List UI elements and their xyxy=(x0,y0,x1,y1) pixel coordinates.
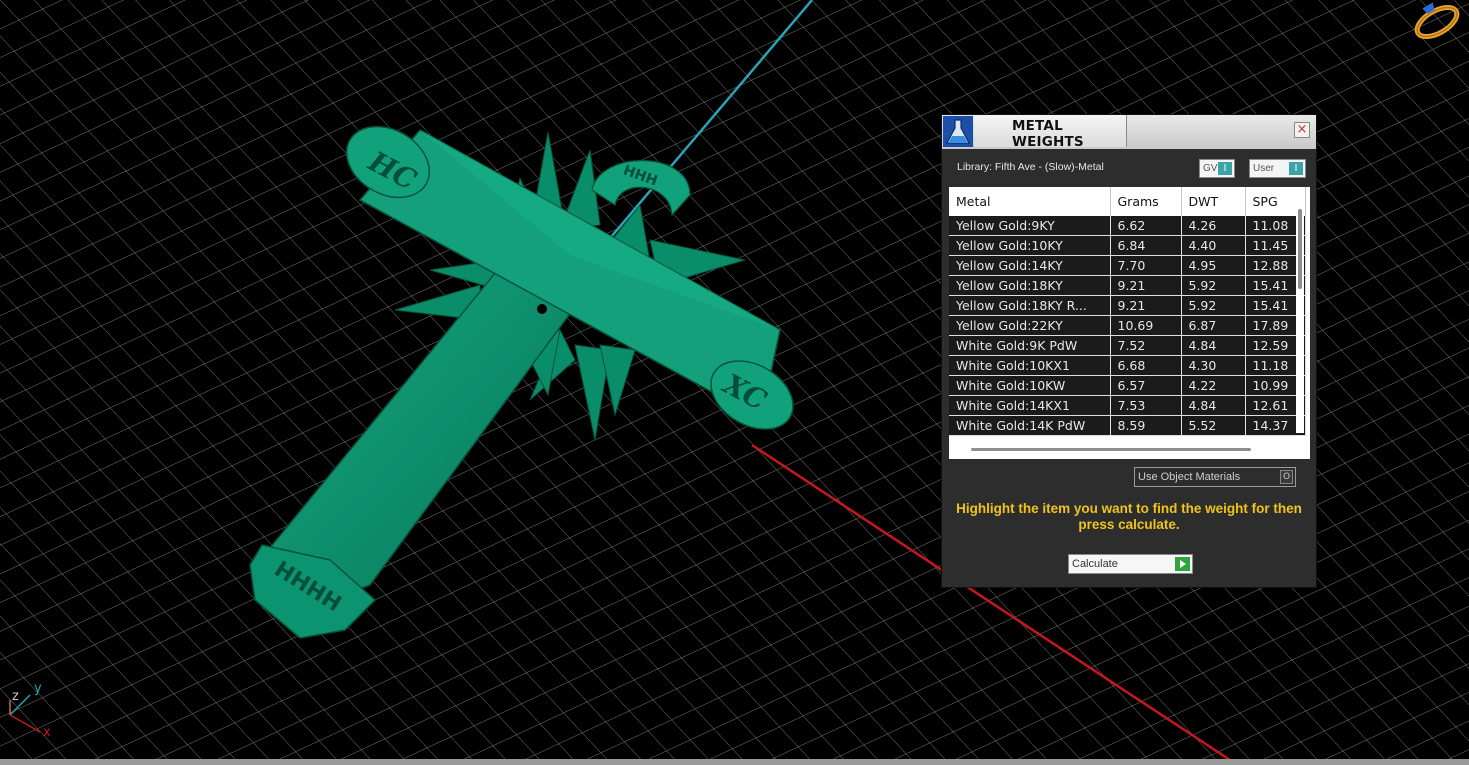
svg-text:y: y xyxy=(34,681,42,696)
column-header[interactable]: Metal xyxy=(949,187,1111,216)
instruction-text: Highlight the item you want to find the … xyxy=(956,501,1302,532)
grams-cell: 7.52 xyxy=(1110,335,1182,356)
dwt-cell: 5.92 xyxy=(1181,275,1246,296)
metal-cell: Yellow Gold:18KY xyxy=(949,275,1111,296)
grams-cell: 6.57 xyxy=(1110,375,1182,396)
metal-cell: Yellow Gold:10KY xyxy=(949,235,1111,256)
metal-cell: Yellow Gold:22KY xyxy=(949,315,1111,336)
table-row[interactable]: White Gold:10KW 6.57 4.22 10.99 xyxy=(949,375,1306,396)
metal-cell: White Gold:14KX1 xyxy=(949,395,1111,416)
use-object-materials-label: Use Object Materials xyxy=(1138,471,1241,483)
column-header[interactable]: Grams xyxy=(1110,187,1182,216)
grams-cell: 6.68 xyxy=(1110,355,1182,376)
panel-title-tab: METAL WEIGHTS xyxy=(974,115,1127,150)
library-label: Library: Fifth Ave - (Slow)-Metal xyxy=(957,161,1104,173)
grams-cell: 6.84 xyxy=(1110,235,1182,256)
dropdown-toggle-icon[interactable]: I xyxy=(1218,162,1232,175)
table-row[interactable]: Yellow Gold:9KY 6.62 4.26 11.08 xyxy=(949,216,1306,236)
dwt-cell: 4.26 xyxy=(1181,216,1246,236)
vertical-scroll-thumb[interactable] xyxy=(1298,209,1302,289)
table-row[interactable]: Yellow Gold:10KY 6.84 4.40 11.45 xyxy=(949,235,1306,256)
grams-cell: 10.69 xyxy=(1110,315,1182,336)
grams-cell: 7.53 xyxy=(1110,395,1182,416)
gv-dropdown-label: GV xyxy=(1203,163,1218,174)
metal-cell: Yellow Gold:18KY R... xyxy=(949,295,1111,316)
close-icon[interactable]: × xyxy=(1294,122,1310,138)
table-row[interactable]: White Gold:9K PdW 7.52 4.84 12.59 xyxy=(949,335,1306,356)
metal-cell: White Gold:14K PdW xyxy=(949,415,1111,436)
table-row[interactable]: Yellow Gold:14KY 7.70 4.95 12.88 xyxy=(949,255,1306,276)
user-dropdown-label: User xyxy=(1253,163,1275,174)
metal-table[interactable]: Metal Grams DWT SPG Yellow Gold:9KY 6.62 4… xyxy=(949,187,1310,459)
metal-cell: White Gold:10KX1 xyxy=(949,355,1111,376)
dwt-cell: 6.87 xyxy=(1181,315,1246,336)
grams-cell: 9.21 xyxy=(1110,275,1182,296)
metal-cell: White Gold:10KW xyxy=(949,375,1111,396)
dropdown-toggle-icon[interactable]: I xyxy=(1289,162,1303,175)
calculate-button[interactable]: Calculate xyxy=(1068,554,1193,574)
gv-dropdown[interactable]: GV I xyxy=(1199,159,1235,178)
dwt-cell: 4.40 xyxy=(1181,235,1246,256)
panel-title: METAL WEIGHTS xyxy=(1012,118,1084,150)
user-dropdown[interactable]: User I xyxy=(1249,159,1306,178)
table-header-row: Metal Grams DWT SPG xyxy=(949,187,1306,216)
dwt-cell: 4.84 xyxy=(1181,335,1246,356)
dwt-cell: 4.22 xyxy=(1181,375,1246,396)
use-object-materials-dropdown[interactable]: Use Object Materials O xyxy=(1134,467,1296,487)
flask-logo-icon xyxy=(943,116,973,147)
table-row[interactable]: White Gold:10KX1 6.68 4.30 11.18 xyxy=(949,355,1306,376)
dwt-cell: 4.30 xyxy=(1181,355,1246,376)
column-header[interactable]: DWT xyxy=(1181,187,1246,216)
svg-text:x: x xyxy=(43,725,51,740)
table-row[interactable]: Yellow Gold:22KY 10.69 6.87 17.89 xyxy=(949,315,1306,336)
metal-cell: Yellow Gold:14KY xyxy=(949,255,1111,276)
dwt-cell: 4.95 xyxy=(1181,255,1246,276)
grams-cell: 6.62 xyxy=(1110,216,1182,236)
table-row[interactable]: Yellow Gold:18KY R... 9.21 5.92 15.41 xyxy=(949,295,1306,316)
center-hole xyxy=(537,304,547,314)
table-row[interactable]: White Gold:14K PdW 8.59 5.52 14.37 xyxy=(949,415,1306,436)
horizontal-scroll-thumb[interactable] xyxy=(971,448,1251,451)
dwt-cell: 5.52 xyxy=(1181,415,1246,436)
metal-weights-panel: METAL WEIGHTS × Library: Fifth Ave - (Sl… xyxy=(941,114,1317,588)
grams-cell: 9.21 xyxy=(1110,295,1182,316)
metal-cell: Yellow Gold:9KY xyxy=(949,216,1111,236)
play-icon[interactable] xyxy=(1175,557,1190,571)
table-row[interactable]: Yellow Gold:18KY 9.21 5.92 15.41 xyxy=(949,275,1306,296)
dwt-cell: 4.84 xyxy=(1181,395,1246,416)
grams-cell: 7.70 xyxy=(1110,255,1182,276)
metal-cell: White Gold:9K PdW xyxy=(949,335,1111,356)
svg-text:z: z xyxy=(12,689,19,704)
calculate-label: Calculate xyxy=(1072,558,1118,570)
table-row[interactable]: White Gold:14KX1 7.53 4.84 12.61 xyxy=(949,395,1306,416)
grams-cell: 8.59 xyxy=(1110,415,1182,436)
status-strip xyxy=(0,759,1469,765)
dwt-cell: 5.92 xyxy=(1181,295,1246,316)
panel-title-bar[interactable]: METAL WEIGHTS × xyxy=(942,115,1316,150)
radio-toggle-icon[interactable]: O xyxy=(1280,470,1293,484)
